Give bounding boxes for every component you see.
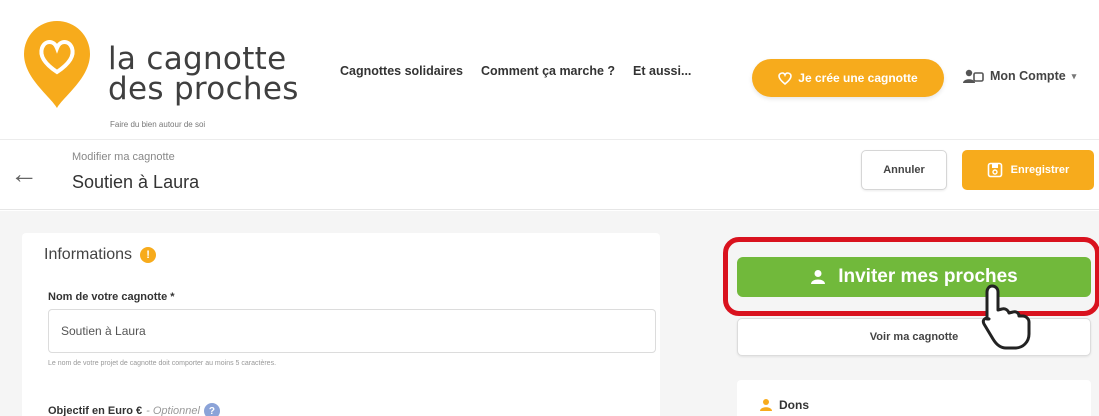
save-icon xyxy=(987,162,1002,178)
dons-label: Dons xyxy=(779,398,809,412)
nav-cagnottes-solidaires[interactable]: Cagnottes solidaires xyxy=(340,64,463,78)
account-menu[interactable]: Mon Compte ▾ xyxy=(962,68,1076,84)
section-title-label: Informations xyxy=(44,246,133,263)
name-field-label: Nom de votre cagnotte * xyxy=(48,291,175,303)
name-field-value: Soutien à Laura xyxy=(61,324,146,338)
account-label: Mon Compte xyxy=(990,69,1066,83)
page-title: Soutien à Laura xyxy=(72,172,200,192)
dons-title: Dons xyxy=(759,398,809,412)
create-cagnotte-label: Je crée une cagnotte xyxy=(798,71,918,85)
info-icon[interactable]: ! xyxy=(140,247,157,263)
chevron-down-icon: ▾ xyxy=(1071,70,1077,81)
highlight-frame xyxy=(723,237,1099,316)
top-header: la cagnotte des proches Faire du bien au… xyxy=(0,0,1099,140)
main-nav: Cagnottes solidaires Comment ça marche ?… xyxy=(340,64,691,78)
logo-line-1: la cagnotte xyxy=(108,41,287,77)
user-icon xyxy=(760,399,772,411)
logo-text[interactable]: la cagnotte des proches xyxy=(108,41,299,107)
goal-label: Objectif en Euro € xyxy=(48,405,143,416)
nav-comment-ca-marche[interactable]: Comment ça marche ? xyxy=(481,64,615,78)
save-label: Enregistrer xyxy=(1010,164,1070,176)
heart-pin-icon xyxy=(24,21,90,108)
create-cagnotte-button[interactable]: Je crée une cagnotte xyxy=(752,59,944,97)
goal-optional: - Optionnel xyxy=(146,405,200,416)
cancel-button[interactable]: Annuler xyxy=(861,150,947,190)
subheader-label: Modifier ma cagnotte xyxy=(72,151,175,163)
goal-field-label: Objectif en Euro € - Optionnel ? xyxy=(48,403,220,416)
pointer-cursor-icon xyxy=(981,284,1031,350)
help-icon[interactable]: ? xyxy=(203,403,220,416)
name-field-help: Le nom de votre projet de cagnotte doit … xyxy=(48,360,277,367)
nav-et-aussi[interactable]: Et aussi... xyxy=(633,64,691,78)
informations-card: Informations ! Nom de votre cagnotte * S… xyxy=(22,233,660,416)
section-title: Informations ! xyxy=(44,246,157,264)
logo-line-2: des proches xyxy=(108,71,299,107)
dons-card: Dons xyxy=(737,380,1091,416)
tagline: Faire du bien autour de soi xyxy=(110,120,206,129)
users-icon xyxy=(963,69,984,83)
heart-icon xyxy=(778,71,793,85)
view-cagnotte-button[interactable]: Voir ma cagnotte xyxy=(737,318,1091,356)
arrow-left-icon[interactable]: ← xyxy=(10,158,38,190)
save-button[interactable]: Enregistrer xyxy=(962,150,1094,190)
name-field[interactable]: Soutien à Laura xyxy=(48,309,656,353)
